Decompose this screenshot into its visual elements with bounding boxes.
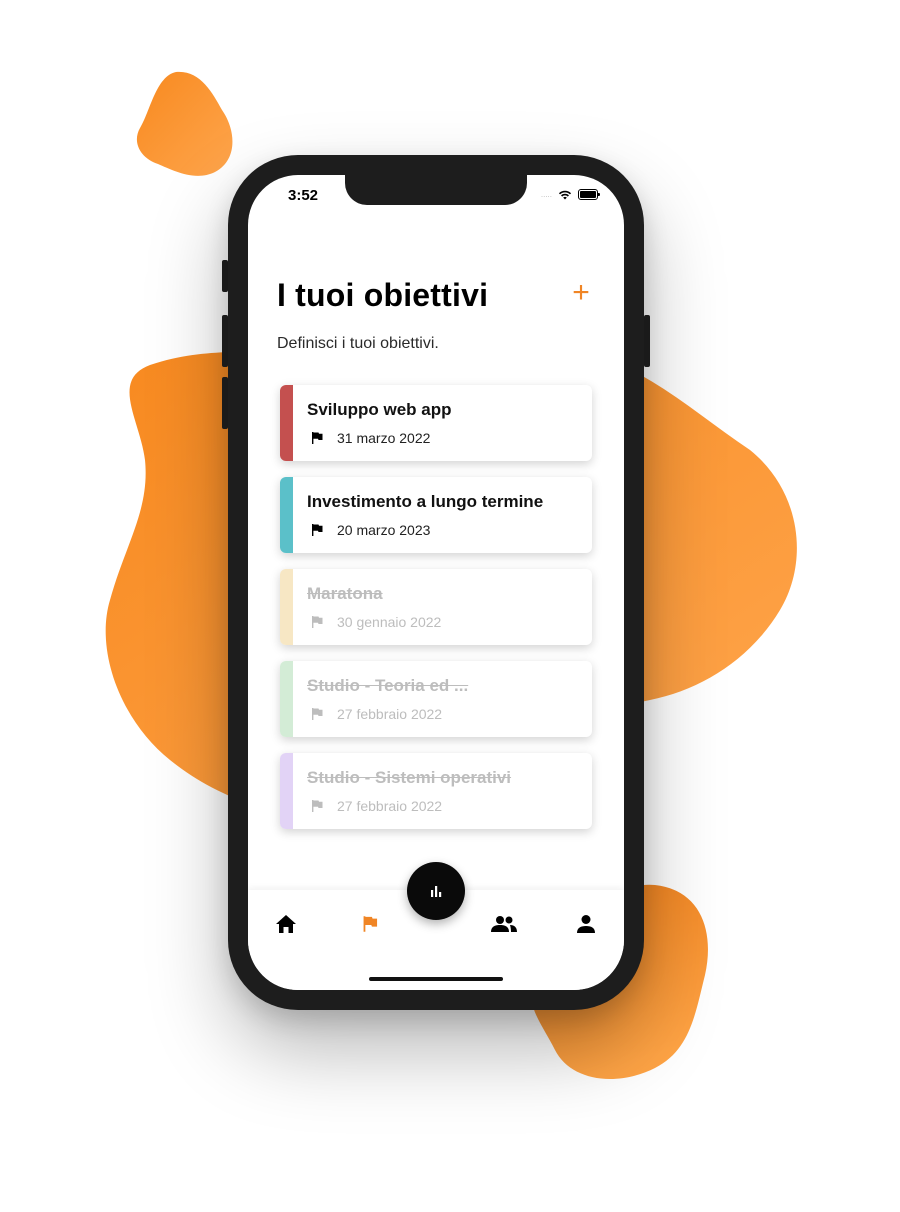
- goal-date: 31 marzo 2022: [337, 430, 431, 446]
- signal-icon: .....: [540, 190, 552, 199]
- goal-card[interactable]: Sviluppo web app 31 marzo 2022: [280, 385, 592, 461]
- stats-button[interactable]: [407, 862, 465, 920]
- status-icons: .....: [540, 189, 600, 200]
- nav-item-profile[interactable]: [572, 910, 600, 938]
- nav-item-home[interactable]: [272, 910, 300, 938]
- volume-down-button: [222, 377, 228, 429]
- page-title: I tuoi obiettivi: [277, 277, 489, 313]
- group-icon: [491, 916, 517, 932]
- status-time: 3:52: [288, 187, 319, 204]
- battery-icon: [578, 189, 600, 200]
- nav-item-community[interactable]: [488, 910, 520, 938]
- home-icon: [276, 915, 296, 933]
- phone-frame: 3:52 ..... I tuoi obiettivi + Definisci …: [222, 155, 650, 1010]
- flag-icon: [312, 432, 323, 444]
- goal-title: Investimento a lungo termine: [307, 492, 544, 511]
- power-button: [644, 315, 650, 367]
- blob-top: [136, 71, 233, 176]
- home-indicator: [369, 977, 503, 981]
- goal-title: Studio - Teoria ed ...: [307, 676, 469, 695]
- flag-icon: [312, 524, 323, 536]
- flag-icon: [312, 616, 323, 628]
- page-subtitle: Definisci i tuoi obiettivi.: [277, 335, 439, 352]
- volume-up-button: [222, 315, 228, 367]
- goals-list: Sviluppo web app 31 marzo 2022 Investime…: [280, 385, 592, 845]
- goal-color-bar: [280, 753, 293, 829]
- goal-card[interactable]: Studio - Teoria ed ... 27 febbraio 2022: [280, 661, 592, 737]
- app-screen: 3:52 ..... I tuoi obiettivi + Definisci …: [248, 175, 624, 990]
- goal-date: 30 gennaio 2022: [337, 614, 442, 630]
- add-goal-button[interactable]: +: [566, 278, 596, 308]
- goal-title: Studio - Sistemi operativi: [307, 768, 512, 787]
- goal-date: 20 marzo 2023: [337, 522, 431, 538]
- goal-color-bar: [280, 385, 293, 461]
- goal-color-bar: [280, 661, 293, 737]
- flag-icon: [363, 916, 378, 932]
- nav-item-goals[interactable]: [356, 910, 384, 938]
- goal-card[interactable]: Studio - Sistemi operativi 27 febbraio 2…: [280, 753, 592, 829]
- bottom-nav: [248, 862, 624, 990]
- goal-title: Maratona: [307, 584, 383, 603]
- bar-chart-icon: [431, 886, 442, 897]
- flag-icon: [312, 800, 323, 812]
- goal-card[interactable]: Maratona 30 gennaio 2022: [280, 569, 592, 645]
- goal-card[interactable]: Investimento a lungo termine 20 marzo 20…: [280, 477, 592, 553]
- flag-icon: [312, 708, 323, 720]
- goal-date: 27 febbraio 2022: [337, 798, 443, 814]
- person-icon: [577, 915, 595, 933]
- goal-date: 27 febbraio 2022: [337, 706, 443, 722]
- goal-color-bar: [280, 569, 293, 645]
- goal-color-bar: [280, 477, 293, 553]
- notch: [345, 175, 527, 205]
- wifi-icon: [558, 190, 572, 199]
- silent-switch: [222, 260, 228, 292]
- goal-title: Sviluppo web app: [307, 400, 452, 419]
